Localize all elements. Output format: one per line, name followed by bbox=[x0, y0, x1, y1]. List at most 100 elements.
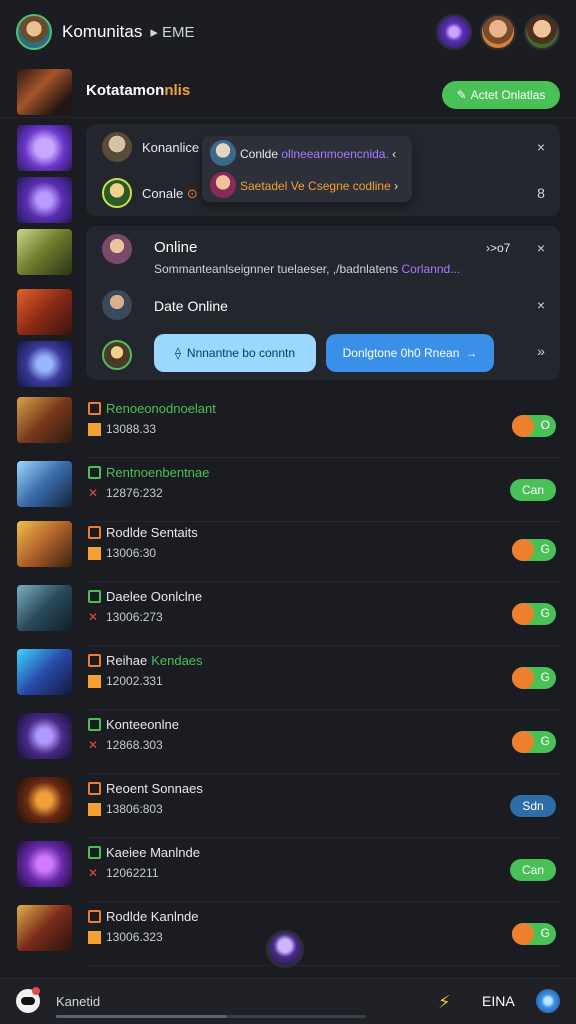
more-icon[interactable]: » bbox=[534, 344, 548, 358]
list-item[interactable]: Reoent Sonnaes 13806:803 Sdn bbox=[0, 774, 576, 838]
friend-avatar[interactable] bbox=[436, 14, 472, 50]
cross-swords-icon: ✕ bbox=[88, 486, 99, 500]
arrow-right-icon: → bbox=[465, 346, 478, 360]
coin-icon bbox=[88, 931, 101, 944]
member-name: Reihae Kendaes bbox=[106, 653, 203, 668]
category-icon bbox=[88, 526, 101, 539]
list-item[interactable]: Kaeiee Manlnde ✕ 12062211 Can bbox=[0, 838, 576, 902]
online-description: Sommanteanlseignner tuelaeser, ,/badnlat… bbox=[154, 262, 461, 276]
toggle-knob bbox=[512, 667, 534, 689]
game-thumbnail bbox=[17, 841, 72, 887]
member-avatar[interactable] bbox=[102, 290, 132, 320]
status-toggle[interactable]: G bbox=[512, 667, 556, 689]
header-avatars bbox=[436, 14, 560, 50]
member-name: Kaeiee Manlnde bbox=[106, 845, 200, 860]
member-score: 12062211 bbox=[106, 866, 159, 880]
member-avatar[interactable] bbox=[102, 340, 132, 370]
community-header-row: Kotatamonnlis ✎ Actet Onlatlas bbox=[0, 64, 576, 118]
toggle-label: G bbox=[540, 670, 550, 684]
notification-popover[interactable]: Conlde ollneeanmoencnida. ‹ Saetadel Ve … bbox=[202, 136, 412, 202]
progress-fill bbox=[56, 1015, 227, 1018]
game-thumbnail bbox=[17, 229, 72, 275]
member-score: 13006:273 bbox=[106, 610, 163, 624]
member-score: 13806:803 bbox=[106, 802, 163, 816]
close-icon[interactable]: × bbox=[534, 140, 548, 154]
link-icon: ⟠ bbox=[174, 346, 181, 360]
list-item[interactable]: Rodlde Sentaits 13006:30 G bbox=[0, 518, 576, 582]
category-icon bbox=[88, 718, 101, 731]
bolt-icon[interactable]: ⚡ bbox=[438, 992, 451, 1013]
toggle-label: G bbox=[540, 542, 550, 556]
list-item[interactable]: Daelee Oonlclne ✕ 13006:273 G bbox=[0, 582, 576, 646]
category-icon bbox=[88, 654, 101, 667]
member-name: Daelee Oonlclne bbox=[106, 589, 203, 604]
toggle-knob bbox=[512, 923, 534, 945]
member-avatar[interactable] bbox=[102, 234, 132, 264]
online-meta: ›>o7 bbox=[486, 241, 511, 255]
sender-avatar bbox=[210, 172, 236, 198]
status-badge[interactable]: Sdn bbox=[510, 795, 556, 817]
category-icon bbox=[88, 466, 101, 479]
list-item[interactable]: Rentnoenbentnae ✕ 12876:232 Can bbox=[0, 458, 576, 522]
game-thumbnail bbox=[17, 177, 72, 223]
game-thumbnail bbox=[17, 713, 72, 759]
coin-icon bbox=[88, 675, 101, 688]
category-icon bbox=[88, 910, 101, 923]
game-thumbnail bbox=[17, 585, 72, 631]
globe-icon[interactable] bbox=[536, 989, 560, 1013]
category-icon bbox=[88, 846, 101, 859]
activate-online-button[interactable]: ✎ Actet Onlatlas bbox=[442, 81, 560, 109]
community-thumbnail bbox=[17, 69, 72, 115]
bottom-bar: Kanetid ⚡ EINA bbox=[0, 978, 576, 1024]
status-toggle[interactable]: O bbox=[512, 415, 556, 437]
page-title: Komunitas bbox=[62, 22, 143, 41]
online-title: Online bbox=[154, 239, 198, 256]
member-name: Konteeonlne bbox=[106, 717, 180, 732]
row-divider bbox=[86, 965, 562, 966]
status-badge[interactable]: Can bbox=[510, 479, 556, 501]
game-thumbnail bbox=[17, 341, 72, 387]
fire-icon: ⊙ bbox=[186, 186, 198, 201]
game-thumbnail bbox=[17, 289, 72, 335]
notification-dot bbox=[32, 987, 40, 995]
user-avatar[interactable] bbox=[16, 14, 52, 50]
member-avatar[interactable] bbox=[102, 178, 132, 208]
list-item[interactable]: Reihae Kendaes 12002.331 G bbox=[0, 646, 576, 710]
cross-swords-icon: ✕ bbox=[88, 738, 99, 752]
toggle-label: G bbox=[540, 606, 550, 620]
status-toggle[interactable]: G bbox=[512, 731, 556, 753]
close-icon[interactable]: × bbox=[534, 298, 548, 312]
game-thumbnail bbox=[17, 125, 72, 171]
member-score: 12868.303 bbox=[106, 738, 163, 752]
coin-icon bbox=[88, 423, 101, 436]
member-name: Rentnoenbentnae bbox=[106, 465, 210, 480]
category-icon bbox=[88, 402, 101, 415]
more-icon[interactable]: 8 bbox=[534, 186, 548, 200]
donate-button[interactable]: Donlgtone 0h0 Rnean → bbox=[326, 334, 494, 372]
close-icon[interactable]: × bbox=[534, 241, 548, 255]
friend-avatar[interactable] bbox=[524, 14, 560, 50]
status-toggle[interactable]: G bbox=[512, 923, 556, 945]
toggle-label: O bbox=[540, 418, 550, 432]
friend-avatar[interactable] bbox=[480, 14, 516, 50]
coin-icon bbox=[88, 803, 101, 816]
category-icon bbox=[88, 590, 101, 603]
status-toggle[interactable]: G bbox=[512, 539, 556, 561]
member-score: 12002.331 bbox=[106, 674, 163, 688]
list-item[interactable]: Konteeonlne ✕ 12868.303 G bbox=[0, 710, 576, 774]
member-avatar[interactable] bbox=[102, 132, 132, 162]
member-score: 13006.323 bbox=[106, 930, 163, 944]
popover-line: Conlde ollneeanmoencnida. ‹ bbox=[240, 147, 397, 161]
date-online-title: Date Online bbox=[154, 298, 228, 314]
page-subtitle: ▸ EME bbox=[150, 24, 195, 41]
join-online-button[interactable]: ⟠ Nnnantne bo conntn bbox=[154, 334, 316, 372]
member-name: Rodlde Kanlnde bbox=[106, 909, 199, 924]
toggle-knob bbox=[512, 603, 534, 625]
category-icon bbox=[88, 782, 101, 795]
status-badge[interactable]: Can bbox=[510, 859, 556, 881]
floating-avatar[interactable] bbox=[266, 930, 304, 968]
status-toggle[interactable]: G bbox=[512, 603, 556, 625]
game-thumbnail bbox=[17, 905, 72, 951]
list-item[interactable]: Renoeonodnoelant 13088.33 O bbox=[0, 394, 576, 458]
member-name: Conale ⊙ bbox=[142, 186, 198, 201]
